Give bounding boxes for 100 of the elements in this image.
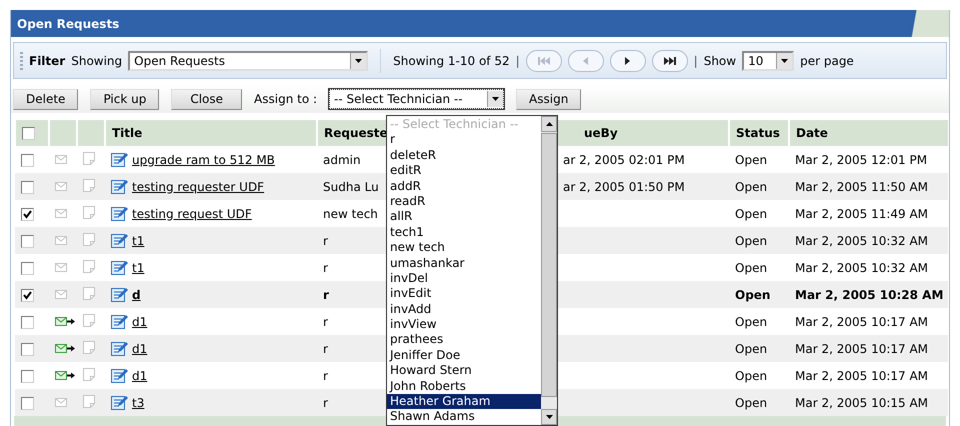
request-title-link[interactable]: d1: [132, 368, 148, 382]
requester-cell: r: [317, 227, 387, 254]
column-header: Status: [729, 120, 789, 146]
assign-button[interactable]: Assign: [516, 88, 582, 110]
separator: |: [694, 54, 698, 68]
technician-option[interactable]: r: [387, 132, 541, 148]
edit-icon[interactable]: [111, 260, 128, 275]
status-cell: Open: [729, 200, 789, 227]
scrollbar[interactable]: [541, 116, 557, 425]
date-cell: Mar 2, 2005 10:32 AM: [789, 227, 948, 254]
row-checkbox[interactable]: [21, 234, 34, 248]
requester-cell: r: [317, 308, 387, 335]
column-header: Date: [789, 120, 948, 146]
filter-label: Filter: [29, 54, 66, 68]
first-page-icon: [538, 56, 550, 64]
due-by-cell: ar 2, 2005 02:01 PM: [563, 152, 685, 166]
status-cell: Open: [729, 146, 789, 173]
status-cell: Open: [729, 281, 789, 308]
edit-icon[interactable]: [111, 368, 128, 383]
technician-option[interactable]: invDel: [387, 270, 541, 286]
scroll-up-icon: [546, 122, 552, 126]
next-page-button[interactable]: [610, 50, 646, 72]
row-checkbox[interactable]: [21, 396, 34, 410]
technician-option[interactable]: Shawn Adams: [387, 409, 541, 425]
request-title-link[interactable]: d: [132, 288, 141, 302]
per-page-label: per page: [800, 54, 854, 68]
technician-option[interactable]: tech1: [387, 224, 541, 240]
request-title-link[interactable]: d1: [132, 342, 148, 356]
date-cell: Mar 2, 2005 11:49 AM: [789, 200, 948, 227]
date-cell: Mar 2, 2005 10:32 AM: [789, 254, 948, 281]
row-checkbox[interactable]: [21, 180, 34, 194]
date-cell: Mar 2, 2005 10:17 AM: [789, 308, 948, 335]
technician-option[interactable]: readR: [387, 194, 541, 210]
request-title-link[interactable]: t1: [132, 234, 144, 248]
edit-icon[interactable]: [111, 206, 128, 221]
edit-icon[interactable]: [111, 233, 128, 248]
range-text: Showing 1-10 of 52: [393, 54, 510, 68]
technician-option[interactable]: Heather Graham: [387, 394, 541, 410]
request-title-link[interactable]: upgrade ram to 512 MB: [132, 152, 275, 166]
row-checkbox[interactable]: [21, 262, 34, 275]
action-button[interactable]: Pick up: [90, 88, 160, 110]
envelope-arrow-icon[interactable]: [55, 370, 75, 380]
technician-option[interactable]: deleteR: [387, 148, 541, 164]
date-cell: Mar 2, 2005 10:15 AM: [789, 389, 948, 416]
last-page-button[interactable]: [652, 50, 688, 72]
edit-icon[interactable]: [111, 314, 128, 329]
view-select[interactable]: Open Requests: [128, 50, 368, 70]
last-page-icon: [664, 56, 676, 64]
action-button[interactable]: Close: [171, 88, 242, 110]
select-all-checkbox[interactable]: [22, 127, 35, 140]
edit-icon[interactable]: [111, 395, 128, 410]
request-title-link[interactable]: t3: [132, 396, 144, 410]
column-header: Title: [105, 120, 317, 146]
technician-option[interactable]: prathees: [387, 332, 541, 348]
assign-label: Assign to :: [254, 92, 318, 106]
panel-title: Open Requests: [17, 16, 120, 30]
envelope-arrow-icon[interactable]: [55, 344, 75, 352]
grip-icon: [20, 52, 23, 70]
previous-page-icon: [583, 56, 588, 64]
row-checkbox[interactable]: [21, 208, 34, 221]
technician-option[interactable]: allR: [387, 209, 541, 225]
row-checkbox[interactable]: [21, 370, 34, 383]
request-title-link[interactable]: d1: [132, 314, 148, 328]
technician-option[interactable]: John Roberts: [387, 378, 541, 394]
technician-option[interactable]: addR: [387, 178, 541, 194]
requester-cell: Sudha Lu: [317, 173, 387, 200]
edit-icon[interactable]: [111, 152, 128, 167]
status-cell: Open: [729, 227, 789, 254]
edit-icon[interactable]: [111, 341, 128, 356]
caret-icon: [492, 97, 500, 101]
technician-select[interactable]: -- Select Technician --: [329, 89, 504, 109]
request-title-link[interactable]: t1: [132, 260, 144, 274]
due-by-cell: ar 2, 2005 01:50 PM: [563, 180, 685, 194]
requester-cell: r: [317, 362, 387, 389]
envelope-arrow-icon[interactable]: [55, 316, 75, 326]
technician-option[interactable]: editR: [387, 163, 541, 179]
row-checkbox[interactable]: [21, 342, 34, 356]
requester-cell: new tech: [317, 200, 387, 227]
technician-option[interactable]: invView: [387, 317, 541, 332]
request-title-link[interactable]: testing request UDF: [132, 206, 252, 220]
row-checkbox[interactable]: [21, 316, 34, 329]
technician-option[interactable]: umashankar: [387, 256, 541, 271]
date-cell: Mar 2, 2005 12:01 PM: [789, 146, 948, 173]
requester-cell: admin: [317, 146, 387, 173]
page-size-select[interactable]: 10: [742, 50, 794, 70]
status-cell: Open: [729, 254, 789, 281]
edit-icon[interactable]: [111, 179, 128, 194]
status-cell: Open: [729, 173, 789, 200]
column-header: Requeste: [317, 120, 387, 146]
date-cell: Mar 2, 2005 10:17 AM: [789, 362, 948, 389]
edit-icon[interactable]: [111, 287, 128, 302]
caret-icon: [781, 58, 788, 62]
action-button[interactable]: Delete: [13, 88, 78, 110]
technician-option[interactable]: invAdd: [387, 302, 541, 318]
date-cell: Mar 2, 2005 11:50 AM: [789, 173, 948, 200]
date-cell: Mar 2, 2005 10:17 AM: [789, 335, 948, 362]
row-checkbox[interactable]: [21, 154, 34, 167]
status-cell: Open: [729, 389, 789, 416]
technician-option[interactable]: Howard Stern: [387, 363, 541, 379]
row-checkbox[interactable]: [21, 288, 34, 302]
